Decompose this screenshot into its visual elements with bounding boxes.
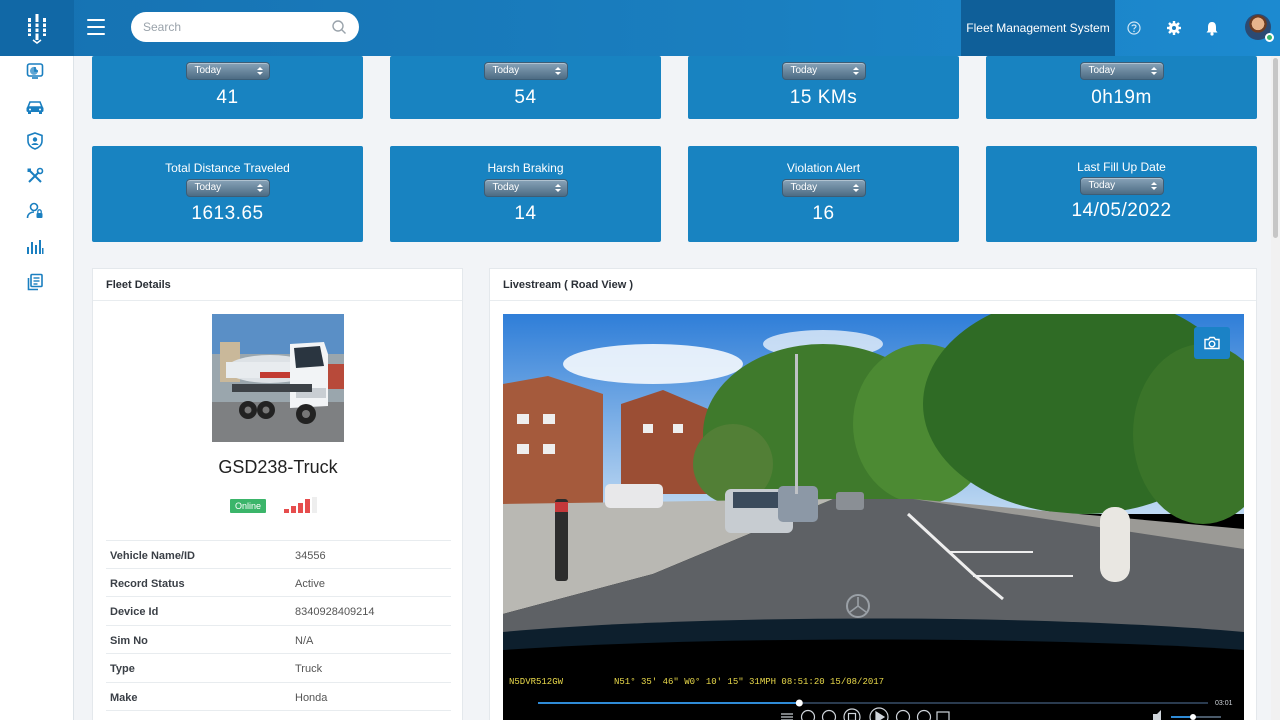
search-icon[interactable] xyxy=(331,19,347,35)
stat-title: Total Distance Traveled xyxy=(165,161,290,175)
livestream-panel: Livestream ( Road View ) N5DVR512GW N51°… xyxy=(489,268,1257,720)
sidebar xyxy=(0,56,74,720)
detail-key: Type xyxy=(110,663,135,675)
search-input[interactable] xyxy=(143,20,331,34)
app-logo[interactable] xyxy=(0,0,74,56)
detail-row: Vehicle Name/ID 34556 xyxy=(106,540,451,568)
signal-strength-icon xyxy=(284,497,320,513)
detail-row: Sim No N/A xyxy=(106,625,451,653)
detail-row: Type Truck xyxy=(106,653,451,681)
top-bar: Fleet Management System xyxy=(0,0,1280,56)
period-select[interactable]: Today xyxy=(781,179,866,197)
stat-value: 41 xyxy=(216,87,239,108)
detail-key: Record Status xyxy=(110,578,185,590)
fleet-details-panel: Fleet Details GSD238-Truck Online Vehicl… xyxy=(92,268,463,720)
stat-value: 15 KMs xyxy=(789,87,858,108)
detail-key: Device Id xyxy=(110,606,159,618)
stat-value: 0h19m xyxy=(1091,87,1152,108)
stat-card: Today 0h19m xyxy=(986,56,1257,119)
tools-icon[interactable] xyxy=(23,164,47,188)
online-status-dot xyxy=(1265,33,1274,42)
car-icon[interactable] xyxy=(23,95,47,119)
reports-icon[interactable] xyxy=(23,270,47,294)
help-icon[interactable] xyxy=(1124,18,1144,38)
dashboard-icon[interactable] xyxy=(23,59,47,83)
video-scrubber[interactable] xyxy=(795,699,803,707)
period-select[interactable]: Today xyxy=(781,62,866,80)
video-player[interactable]: N5DVR512GW N51° 35' 46" W0° 10' 15" 31MP… xyxy=(503,314,1244,720)
detail-value: Active xyxy=(295,578,325,590)
stat-card-total-distance: Total Distance Traveled Today 1613.65 xyxy=(92,146,363,242)
bar-chart-icon[interactable] xyxy=(23,235,47,259)
stat-card-harsh-braking: Harsh Braking Today 14 xyxy=(390,146,661,242)
period-select[interactable]: Today xyxy=(483,179,568,197)
vehicle-photo xyxy=(212,314,344,442)
detail-value: Honda xyxy=(295,692,328,704)
period-select[interactable]: Today xyxy=(1079,62,1164,80)
period-select[interactable]: Today xyxy=(1079,177,1164,195)
detail-value: 34556 xyxy=(295,550,326,562)
menu-toggle-button[interactable] xyxy=(87,19,105,35)
detail-row: Device Id 8340928409214 xyxy=(106,596,451,624)
video-osd-info: N51° 35' 46" W0° 10' 15" 31MPH 08:51:20 … xyxy=(614,677,885,687)
detail-value: N/A xyxy=(295,635,314,647)
stat-value: 54 xyxy=(514,87,537,108)
vehicle-name: GSD238-Truck xyxy=(218,457,338,477)
snapshot-button[interactable] xyxy=(1194,327,1230,359)
period-select[interactable]: Today xyxy=(483,62,568,80)
detail-value: 8340928409214 xyxy=(295,606,375,618)
stat-value: 16 xyxy=(812,203,835,224)
gear-icon[interactable] xyxy=(1164,18,1184,38)
avatar[interactable] xyxy=(1245,14,1274,42)
user-lock-icon[interactable] xyxy=(23,199,47,223)
detail-value: Truck xyxy=(295,663,323,675)
video-time: 03:01 xyxy=(1215,700,1233,707)
camera-icon xyxy=(1204,336,1220,350)
page-scrollbar[interactable] xyxy=(1271,56,1280,720)
detail-key: Make xyxy=(110,692,138,704)
panel-title: Livestream ( Road View ) xyxy=(490,269,1256,301)
app-title: Fleet Management System xyxy=(961,0,1115,56)
stat-card: Today 15 KMs xyxy=(688,56,959,119)
stat-card: Today 54 xyxy=(390,56,661,119)
search-box xyxy=(131,12,359,42)
stat-value: 14/05/2022 xyxy=(1071,200,1172,221)
driver-shield-icon[interactable] xyxy=(23,129,47,153)
stat-card: Today 41 xyxy=(92,56,363,119)
stat-card-violation-alert: Violation Alert Today 16 xyxy=(688,146,959,242)
period-select[interactable]: Today xyxy=(185,179,270,197)
video-osd-plate: N5DVR512GW xyxy=(509,677,564,687)
stat-value: 1613.65 xyxy=(191,203,264,224)
logo-icon xyxy=(27,14,47,44)
stat-title: Violation Alert xyxy=(786,161,861,175)
period-select[interactable]: Today xyxy=(185,62,270,80)
detail-row: Make Honda xyxy=(106,682,451,710)
detail-row: Record Status Active xyxy=(106,568,451,596)
stat-value: 14 xyxy=(514,203,537,224)
stat-title: Harsh Braking xyxy=(487,161,564,175)
scrollbar-thumb[interactable] xyxy=(1273,58,1278,238)
stat-title: Last Fill Up Date xyxy=(1077,160,1166,174)
panel-title: Fleet Details xyxy=(93,269,462,301)
status-badge: Online xyxy=(230,499,267,513)
detail-row-divider xyxy=(106,710,451,720)
detail-key: Vehicle Name/ID xyxy=(110,550,195,562)
bell-icon[interactable] xyxy=(1202,18,1222,38)
stat-card-last-fill-up: Last Fill Up Date Today 14/05/2022 xyxy=(986,146,1257,242)
video-progress-fill xyxy=(538,702,800,704)
detail-key: Sim No xyxy=(110,635,148,647)
